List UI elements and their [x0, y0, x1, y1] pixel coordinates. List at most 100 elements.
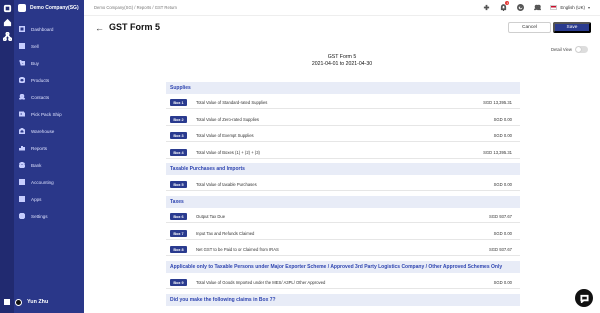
reports-icon — [19, 145, 25, 151]
warehouse-icon — [19, 128, 25, 134]
row-value: SGD 0.00 — [493, 182, 512, 187]
user-name: Yun Zhu — [27, 299, 49, 305]
cancel-button[interactable]: Cancel — [508, 22, 551, 33]
sidebar-item-label: Bank — [31, 162, 42, 168]
top-actions: 1 English (UK) ▾ — [482, 1, 590, 11]
box-tag: Box 2 — [170, 116, 187, 123]
toggle-switch[interactable] — [574, 46, 588, 53]
row-value: SGD 0.00 — [493, 280, 512, 285]
language-selector[interactable]: English (UK) ▾ — [550, 4, 590, 10]
save-button[interactable]: Save — [553, 22, 591, 33]
sidebar-item-contacts[interactable]: Contacts — [14, 91, 84, 103]
box-tag: Box 1 — [170, 99, 187, 106]
app-rail — [0, 0, 14, 313]
row-value: SGD 937.67 — [488, 247, 512, 252]
sidebar-item-pick-pack-ship[interactable]: Pick Pack Ship — [14, 108, 84, 120]
back-arrow-icon[interactable]: ← — [95, 23, 104, 33]
flag-icon — [550, 4, 558, 10]
sidebar: Demo Company(SG) Dashboard Sell Buy Prod… — [14, 0, 84, 313]
section-claims: Did you make the following claims in Box… — [166, 294, 520, 306]
row-label: Total Value of Exempt Supplies — [196, 133, 254, 138]
table-row: Box 2 Total Value of Zero-rated Supplies… — [166, 114, 520, 126]
sidebar-item-label: Products — [31, 77, 50, 83]
row-value: SGD 937.67 — [488, 214, 512, 219]
detail-view-toggle[interactable]: Detail View — [551, 46, 588, 53]
breadcrumb[interactable]: Demo Company(SG) / Reports / GST Return — [94, 5, 177, 10]
sidebar-item-label: Apps — [31, 196, 42, 202]
page-title: GST Form 5 — [109, 22, 161, 32]
company-switcher[interactable]: Demo Company(SG) — [14, 0, 84, 16]
sidebar-item-label: Settings — [31, 213, 48, 219]
chat-button[interactable] — [575, 289, 593, 307]
notification-badge: 1 — [505, 1, 510, 5]
form-heading: GST Form 5 — [327, 54, 357, 60]
app-logo-icon[interactable] — [2, 3, 12, 13]
row-value: SGD 13,395.31 — [483, 150, 512, 155]
chevron-down-icon: ▾ — [587, 4, 590, 10]
table-row: Box 3 Total Value of Exempt Supplies SGD… — [166, 130, 520, 142]
box-tag: Box 8 — [170, 246, 187, 253]
sidebar-item-bank[interactable]: Bank — [14, 159, 84, 171]
row-value: SGD 13,395.31 — [483, 100, 512, 105]
user-menu[interactable]: Yun Zhu — [0, 296, 84, 308]
language-label: English (UK) — [560, 4, 585, 10]
section-taxable-purchases: Taxable Purchases and Imports — [166, 163, 520, 175]
box-tag: Box 3 — [170, 132, 187, 139]
sidebar-item-accounting[interactable]: Accounting — [14, 176, 84, 188]
apps-icon — [19, 196, 25, 202]
accounting-icon — [19, 179, 25, 185]
org-chart-icon[interactable] — [2, 31, 12, 41]
table-row: Box 6 Output Tax Due SGD 937.67 — [166, 211, 520, 223]
company-name: Demo Company(SG) — [30, 5, 79, 11]
table-row: Box 4 Total Value of Boxes (1) + (2) + (… — [166, 147, 520, 159]
table-row: Box 8 Net GST to be Paid to or Claimed f… — [166, 244, 520, 256]
products-icon — [19, 77, 25, 83]
row-label: Total Value of Goods Imported under the … — [196, 280, 326, 285]
add-icon[interactable] — [482, 3, 490, 11]
table-row: Box 7 Input Tax and Refunds Claimed SGD … — [166, 228, 520, 240]
sidebar-item-apps[interactable]: Apps — [14, 193, 84, 205]
section-taxes: Taxes — [166, 196, 520, 208]
users-icon[interactable] — [533, 3, 541, 11]
chat-icon — [579, 294, 589, 303]
buy-icon — [19, 60, 25, 66]
box-tag: Box 6 — [170, 213, 187, 220]
sidebar-item-label: Sell — [31, 43, 39, 49]
sidebar-item-settings[interactable]: Settings — [14, 210, 84, 222]
sidebar-item-products[interactable]: Products — [14, 74, 84, 86]
app-grid-icon[interactable] — [4, 299, 10, 305]
box-tag: Box 5 — [170, 181, 187, 188]
detail-view-label: Detail View — [551, 47, 572, 52]
sidebar-item-sell[interactable]: Sell — [14, 40, 84, 52]
row-value: SGD 0.00 — [493, 133, 512, 138]
help-icon[interactable] — [516, 3, 524, 11]
table-row: Box 1 Total Value of Standard-rated Supp… — [166, 97, 520, 109]
sell-icon — [19, 43, 25, 49]
row-label: Total Value of Zero-rated Supplies — [196, 117, 260, 122]
dashboard-icon — [19, 26, 25, 32]
row-label: Total Value of taxable Purchases — [196, 182, 257, 187]
sidebar-item-reports[interactable]: Reports — [14, 142, 84, 154]
row-label: Output Tax Due — [196, 214, 226, 219]
avatar — [15, 298, 22, 306]
home-icon[interactable] — [2, 17, 12, 27]
sidebar-item-label: Contacts — [31, 94, 50, 100]
contacts-icon — [19, 94, 25, 100]
sidebar-item-buy[interactable]: Buy — [14, 57, 84, 69]
settings-icon — [19, 213, 25, 219]
box-tag: Box 4 — [170, 149, 187, 156]
box-tag: Box 7 — [170, 230, 187, 237]
row-label: Total Value of Boxes (1) + (2) + (3) — [196, 150, 260, 155]
form-period: 2021-04-01 to 2021-04-30 — [311, 61, 373, 67]
sidebar-item-dashboard[interactable]: Dashboard — [14, 23, 84, 35]
bank-icon — [19, 162, 25, 168]
sidebar-item-warehouse[interactable]: Warehouse — [14, 125, 84, 137]
sidebar-item-label: Reports — [31, 145, 48, 151]
sidebar-item-label: Accounting — [31, 179, 54, 185]
table-row: Box 9 Total Value of Goods Imported unde… — [166, 277, 520, 289]
row-label: Net GST to be Paid to or Claimed from IR… — [196, 247, 279, 252]
top-bar: Demo Company(SG) / Reports / GST Return … — [84, 0, 600, 16]
sidebar-item-label: Warehouse — [31, 128, 55, 134]
notification-bell-icon[interactable]: 1 — [499, 1, 510, 11]
section-supplies: Supplies — [166, 82, 520, 94]
